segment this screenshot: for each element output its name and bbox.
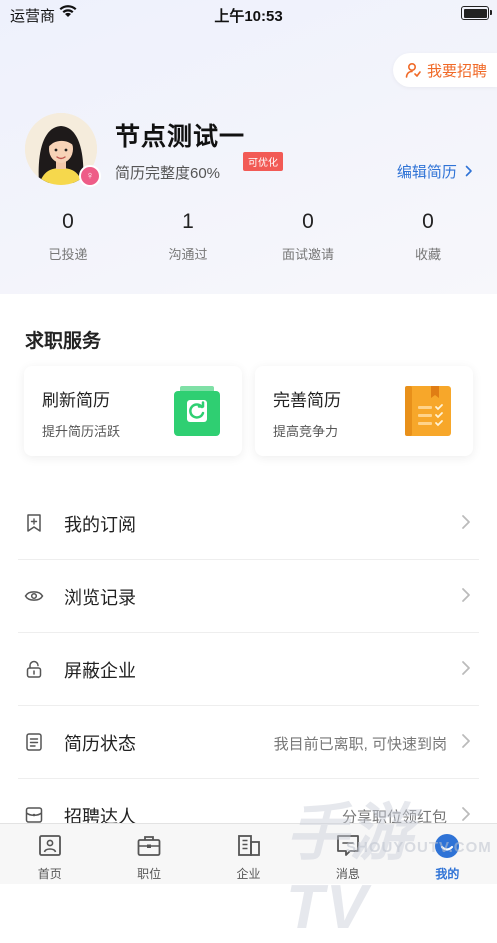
card-subtitle: 提高竞争力 [273,424,339,439]
stat-label: 面试邀请 [281,247,334,262]
refresh-icon [174,386,220,436]
menu-label: 浏览记录 [64,588,136,608]
stat-favorites[interactable]: 0 收藏 [368,210,488,263]
chevron-right-icon [462,807,470,821]
chevron-right-icon [462,588,470,602]
user-name: 节点测试一 [115,123,246,151]
menu-label: 屏蔽企业 [64,661,136,681]
tab-label: 职位 [137,867,162,881]
stat-value: 0 [62,210,74,233]
stat-value: 1 [182,210,194,233]
status-bar: 运营商 上午10:53 [0,0,497,26]
battery-icon [461,6,492,20]
briefcase-icon [137,836,161,856]
stats-row: 0 已投递 1 沟通过 0 面试邀请 0 收藏 [8,210,488,263]
tab-label: 企业 [236,867,261,881]
tab-profile[interactable]: 我的 [398,824,497,884]
bookmark-icon [27,514,41,532]
document-icon [26,733,42,751]
wallet-icon [25,807,43,823]
tab-label: 消息 [335,867,360,881]
notebook-icon [405,386,451,436]
edit-resume-link[interactable]: 编辑简历 [397,161,473,182]
stat-value: 0 [302,210,314,233]
bottom-tab-bar: 首页 职位 企业 消息 我的 [0,823,497,884]
menu-label: 简历状态 [64,734,136,754]
stat-label: 收藏 [414,247,441,262]
home-icon [38,835,61,856]
stat-delivered[interactable]: 0 已投递 [8,210,128,263]
stat-communicated[interactable]: 1 沟通过 [128,210,248,263]
female-gender-icon: ♀ [79,165,101,187]
tab-jobs[interactable]: 职位 [99,824,198,884]
message-icon [337,835,359,856]
complete-resume-card[interactable]: 完善简历 提高竞争力 [255,366,473,456]
tab-label: 首页 [37,867,62,881]
lock-icon [26,660,42,678]
tab-home[interactable]: 首页 [0,824,99,884]
edit-resume-label: 编辑简历 [396,164,457,181]
building-icon [237,835,260,856]
recruiter-icon [405,62,421,78]
recruit-label: 我要招聘 [427,62,488,80]
menu-label: 我的订阅 [64,515,136,535]
menu-list: 我的订阅 浏览记录 屏蔽企业 简历状态 我目前已离职, 可快速到岗 招聘达人 分… [0,487,497,851]
menu-item-blocked-companies[interactable]: 屏蔽企业 [18,633,479,706]
tab-label: 我的 [435,867,460,881]
job-services-title: 求职服务 [25,331,102,352]
card-title: 完善简历 [273,391,341,410]
clock: 上午10:53 [214,8,283,25]
chevron-right-icon [465,165,472,177]
stat-interview-invites[interactable]: 0 面试邀请 [248,210,368,263]
refresh-resume-card[interactable]: 刷新简历 提升简历活跃 [24,366,242,456]
stat-label: 已投递 [48,247,88,262]
eye-icon [24,591,44,601]
chevron-right-icon [462,734,470,748]
tab-messages[interactable]: 消息 [298,824,397,884]
card-subtitle: 提升简历活跃 [42,424,121,439]
card-title: 刷新简历 [42,391,110,410]
tab-companies[interactable]: 企业 [199,824,298,884]
recruit-button[interactable]: 我要招聘 [393,53,497,87]
stat-value: 0 [422,210,434,233]
menu-item-subscriptions[interactable]: 我的订阅 [18,487,479,560]
optimize-badge[interactable]: 可优化 [243,152,283,171]
stat-label: 沟通过 [168,247,208,262]
profile-icon [435,834,460,858]
resume-completeness: 简历完整度60% [115,165,221,182]
chevron-right-icon [462,661,470,675]
menu-item-resume-status[interactable]: 简历状态 我目前已离职, 可快速到岗 [18,706,479,779]
menu-item-browsing-history[interactable]: 浏览记录 [18,560,479,633]
chevron-right-icon [462,515,470,529]
menu-hint: 我目前已离职, 可快速到岗 [273,736,447,753]
